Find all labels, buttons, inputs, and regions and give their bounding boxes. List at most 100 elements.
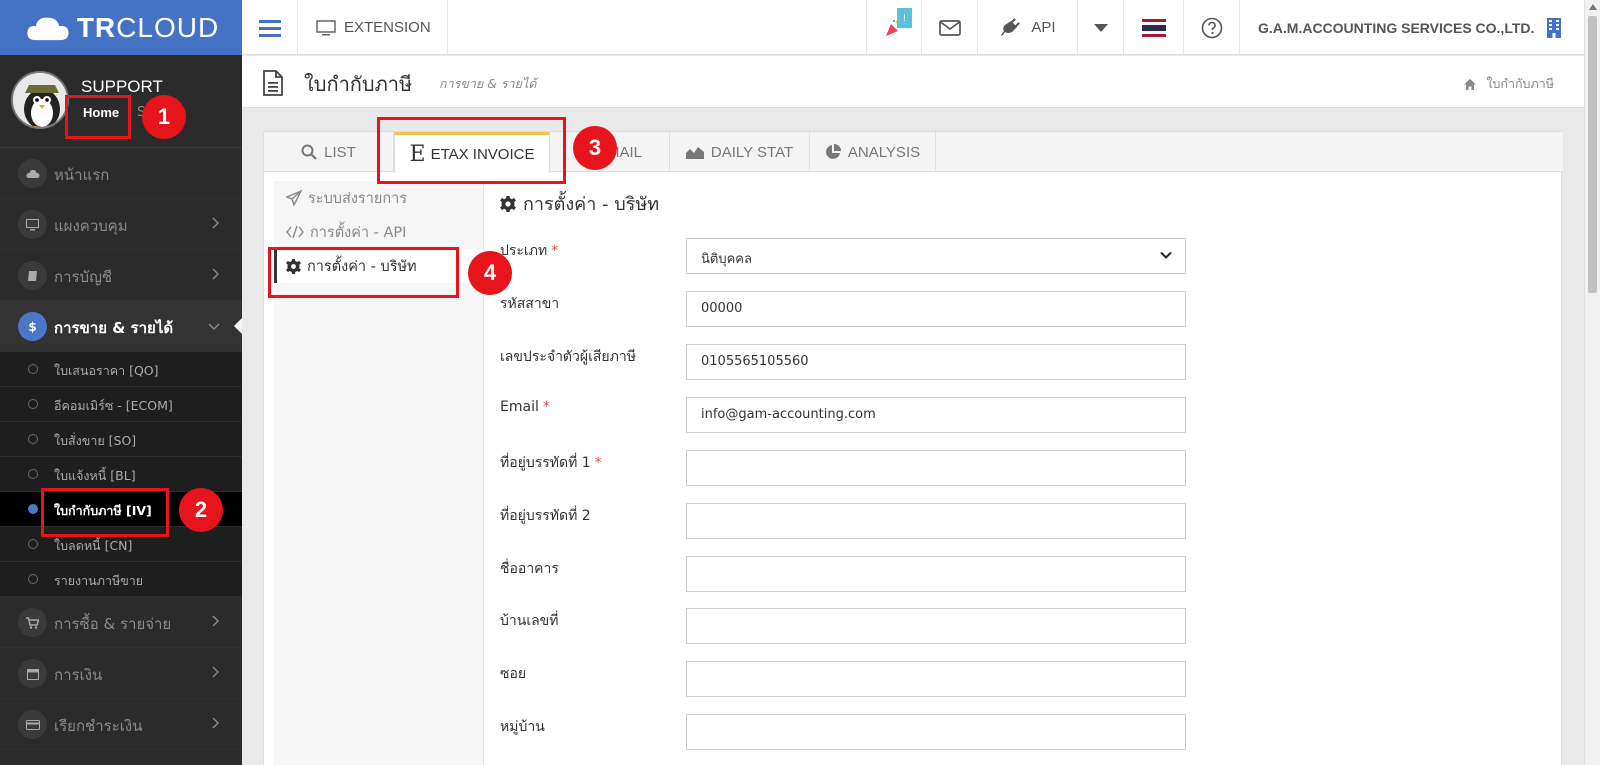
sidebar-item-label: หน้าแรก — [54, 166, 110, 184]
submenu-item-sales-order[interactable]: ใบสั่งขาย [SO] — [0, 422, 242, 457]
help-button[interactable] — [1184, 0, 1240, 55]
sidebar-item-label: แผงควบคุม — [54, 217, 128, 235]
sidebar-item-label: เรียกชำระเงิน — [54, 717, 143, 735]
sidebar-item-home[interactable]: หน้าแรก — [0, 148, 242, 199]
subnav-api-settings[interactable]: การตั้งค่า - API — [274, 215, 483, 249]
village-input[interactable] — [686, 714, 1186, 750]
subnav-send-system[interactable]: ระบบส่งรายการ — [274, 181, 483, 215]
profile-name: SUPPORT — [81, 77, 163, 96]
annotation-box-4 — [268, 247, 459, 298]
sidebar-item-finance[interactable]: การเงิน — [0, 648, 242, 699]
credit-card-icon — [18, 710, 47, 739]
address-line-2-input[interactable] — [686, 503, 1186, 539]
avatar[interactable] — [11, 71, 69, 129]
bullet-icon — [28, 574, 38, 584]
notification-badge: ! — [897, 8, 912, 28]
home-icon[interactable] — [1464, 78, 1477, 90]
submenu-item-billing[interactable]: ใบแจ้งหนี้ [BL] — [0, 457, 242, 492]
form-title-text: การตั้งค่า - บริษัท — [523, 194, 660, 215]
tab-list[interactable]: LIST — [264, 132, 394, 172]
menu-toggle-button[interactable] — [242, 0, 298, 55]
chevron-right-icon — [212, 268, 220, 284]
building-icon — [1547, 17, 1562, 38]
page-scrollbar[interactable] — [1584, 0, 1600, 765]
monitor-icon — [316, 19, 336, 35]
sidebar-item-purchase[interactable]: การซื้อ & รายจ่าย — [0, 597, 242, 648]
brand-logo[interactable]: TR CLOUD — [0, 0, 242, 55]
cloud-icon — [27, 17, 69, 40]
address-line-1-input[interactable] — [686, 450, 1186, 486]
sidebar-item-payment-request[interactable]: เรียกชำระเงิน — [0, 699, 242, 750]
field-soi: ซอย — [500, 661, 1200, 697]
tab-label: ANALYSIS — [847, 143, 921, 161]
chevron-right-icon — [212, 666, 220, 682]
company-selector[interactable]: G.A.M.ACCOUNTING SERVICES CO.,LTD. — [1240, 0, 1584, 55]
tab-label: LIST — [324, 143, 356, 161]
submenu-label: ใบเสนอราคา [QO] — [54, 363, 159, 378]
sidebar-item-sales[interactable]: $ การขาย & รายได้ — [0, 301, 242, 352]
field-label: เลขประจำตัวผู้เสียภาษี — [500, 349, 636, 365]
chevron-down-icon — [208, 319, 220, 335]
type-select[interactable]: นิติบุคคล — [686, 238, 1186, 274]
page-subtitle: การขาย & รายได้ — [439, 76, 537, 91]
email-input[interactable]: info@gam-accounting.com — [686, 397, 1186, 433]
page-title: ใบกำกับภาษี — [304, 72, 413, 96]
extension-button[interactable]: EXTENSION — [298, 0, 448, 55]
house-number-input[interactable] — [686, 608, 1186, 644]
caret-down-icon — [1093, 23, 1108, 32]
submenu-label: ใบลดหนี้ [CN] — [54, 538, 133, 553]
sidebar-item-label: การเงิน — [54, 666, 103, 684]
field-email: Email * info@gam-accounting.com — [500, 397, 1200, 433]
bullet-icon — [28, 469, 38, 479]
annotation-box-1 — [65, 95, 131, 139]
plug-icon — [1001, 17, 1021, 36]
bullet-icon — [28, 504, 38, 514]
content-card: LIST E ETAX INVOICE MAIL DAILY STAT ANAL… — [263, 131, 1563, 765]
field-house-number: บ้านเลขที่ — [500, 608, 1200, 644]
sidebar-item-label: การซื้อ & รายจ่าย — [54, 615, 172, 633]
notifications-button[interactable]: ! — [866, 0, 922, 55]
field-building: ชื่ออาคาร — [500, 556, 1200, 592]
tax-id-input[interactable]: 0105565105560 — [686, 344, 1186, 380]
submenu-label: รายงานภาษีขาย — [54, 573, 144, 588]
submenu-item-quotation[interactable]: ใบเสนอราคา [QO] — [0, 352, 242, 387]
scroll-thumb[interactable] — [1588, 16, 1597, 293]
field-type: ประเภท * นิติบุคคล — [500, 238, 1200, 274]
dropdown-button[interactable] — [1078, 0, 1124, 55]
annotation-box-3 — [377, 117, 566, 184]
subnav-label: การตั้งค่า - API — [310, 224, 407, 241]
field-label: ซอย — [500, 666, 527, 682]
hamburger-icon — [258, 19, 281, 37]
breadcrumb-current[interactable]: ใบกำกับภาษี — [1486, 74, 1554, 94]
calendar-icon — [18, 659, 47, 688]
chevron-right-icon — [212, 217, 220, 233]
company-name: G.A.M.ACCOUNTING SERVICES CO.,LTD. — [1258, 19, 1535, 36]
sidebar-item-accounting[interactable]: การบัญชี — [0, 250, 242, 301]
sidebar-item-label: การขาย & รายได้ — [54, 319, 174, 337]
chevron-right-icon — [212, 615, 220, 631]
sidebar-item-dashboard[interactable]: แผงควบคุม — [0, 199, 242, 250]
chevron-right-icon — [212, 717, 220, 733]
scroll-up-arrow-icon[interactable] — [1589, 4, 1597, 10]
language-button[interactable] — [1124, 0, 1184, 55]
api-button[interactable]: API — [978, 0, 1078, 55]
field-address-2: ที่อยู่บรรทัดที่ 2 — [500, 503, 1200, 539]
dollar-icon: $ — [18, 312, 47, 341]
branch-code-input[interactable]: 00000 — [686, 291, 1186, 327]
sidebar-item-label: การบัญชี — [54, 268, 113, 286]
document-icon — [263, 70, 283, 96]
cart-icon — [18, 608, 47, 637]
field-address-1: ที่อยู่บรรทัดที่ 1 * — [500, 450, 1200, 486]
mail-button[interactable] — [922, 0, 978, 55]
extension-label: EXTENSION — [344, 19, 431, 36]
submenu-item-sales-tax-report[interactable]: รายงานภาษีขาย — [0, 562, 242, 597]
annotation-box-2 — [41, 488, 169, 537]
tab-daily-stat[interactable]: DAILY STAT — [670, 132, 810, 172]
submenu-item-ecommerce[interactable]: อีคอมเมิร์ซ - [ECOM] — [0, 387, 242, 422]
logo-text: CLOUD — [116, 11, 220, 43]
annotation-number-3: 3 — [573, 126, 617, 170]
building-input[interactable] — [686, 556, 1186, 592]
tab-analysis[interactable]: ANALYSIS — [810, 132, 936, 172]
page-header: ใบกำกับภาษี การขาย & รายได้ ใบกำกับภาษี — [242, 56, 1584, 108]
soi-input[interactable] — [686, 661, 1186, 697]
